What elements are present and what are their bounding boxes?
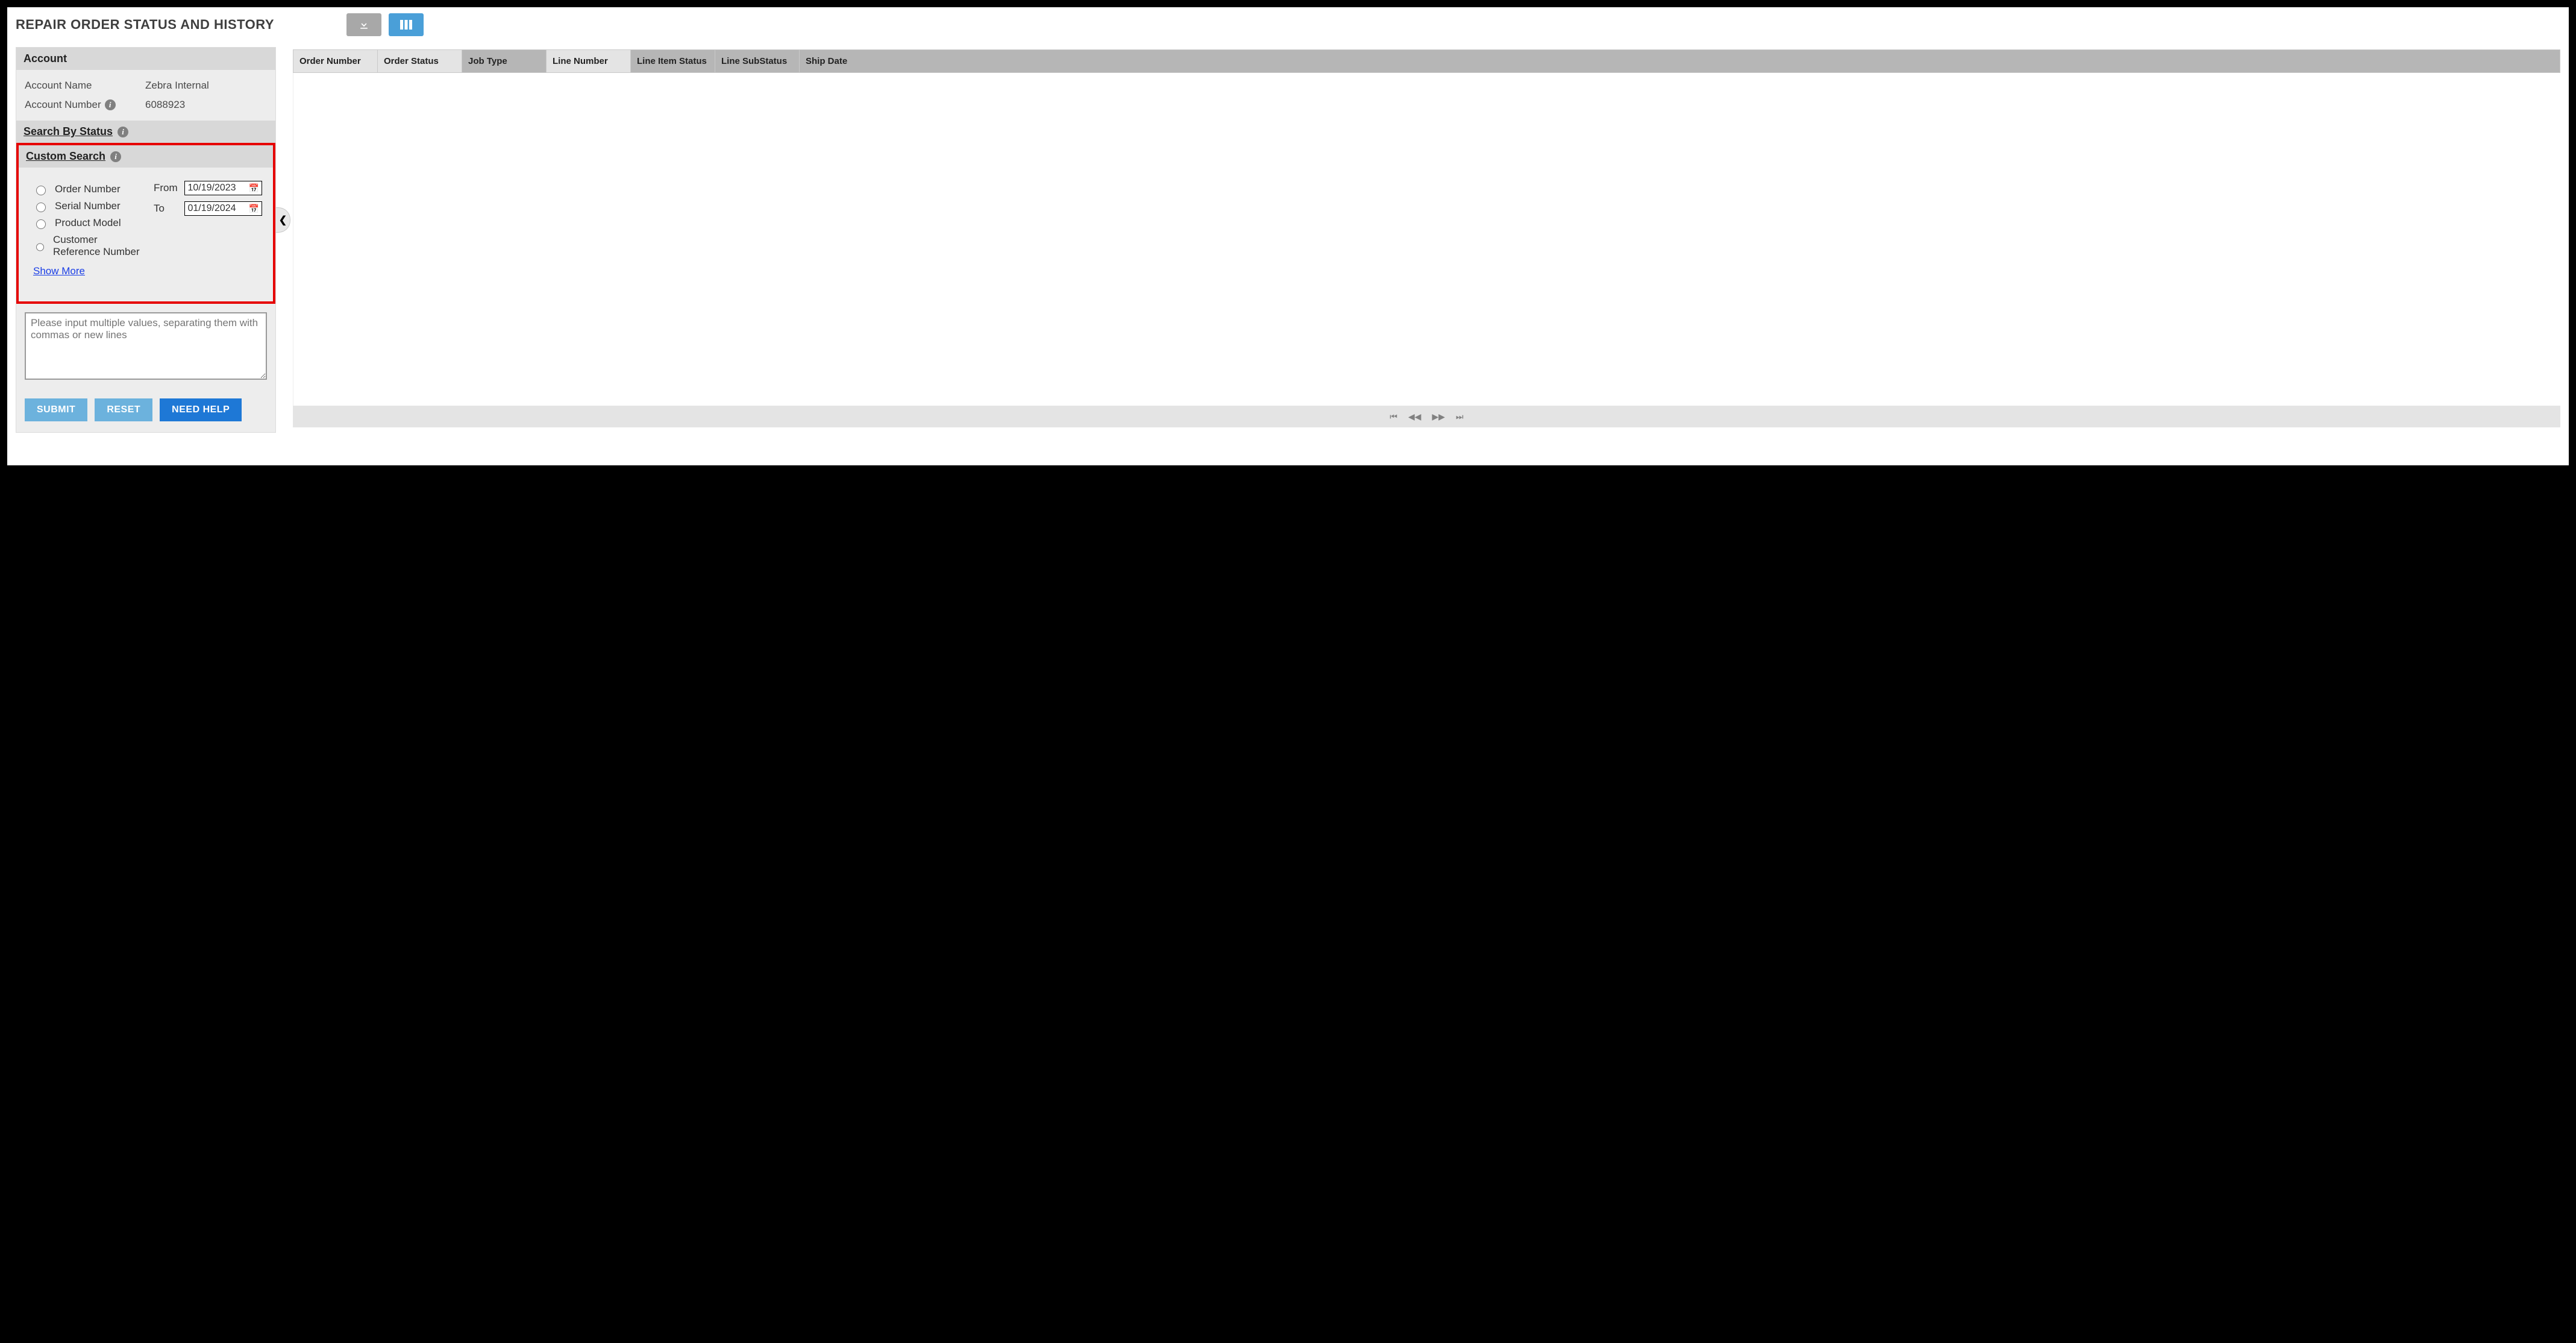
from-date-input[interactable]: 10/19/2023 📅 bbox=[184, 181, 262, 195]
radio-column: Order Number Serial Number Product Model bbox=[33, 181, 145, 277]
column-header[interactable]: Ship Date bbox=[800, 50, 2560, 72]
results-grid: Order NumberOrder StatusJob TypeLine Num… bbox=[293, 49, 2560, 427]
account-name-value: Zebra Internal bbox=[145, 80, 209, 92]
pager: ⏮ ◀◀ ▶▶ ⏭ bbox=[293, 406, 2560, 427]
to-date-value: 01/19/2024 bbox=[187, 203, 236, 214]
account-header-text: Account bbox=[24, 52, 67, 65]
search-by-status-text: Search By Status bbox=[24, 125, 113, 138]
content: Account Account Name Zebra Internal Acco… bbox=[7, 47, 2569, 441]
date-column: From 10/19/2023 📅 To 01/19/2024 📅 bbox=[154, 181, 262, 277]
account-number-value: 6088923 bbox=[145, 99, 185, 111]
column-header[interactable]: Job Type bbox=[462, 50, 547, 72]
topbar: REPAIR ORDER STATUS AND HISTORY bbox=[7, 7, 2569, 47]
radio-label: Serial Number bbox=[55, 200, 121, 212]
account-number-label: Account Number i bbox=[25, 99, 145, 111]
account-name-row: Account Name Zebra Internal bbox=[25, 76, 267, 95]
columns-button[interactable] bbox=[389, 13, 424, 36]
pager-next-icon[interactable]: ▶▶ bbox=[1432, 412, 1446, 422]
radio-label: Order Number bbox=[55, 183, 121, 195]
column-header[interactable]: Order Number bbox=[293, 50, 378, 72]
radio-input[interactable] bbox=[36, 203, 46, 212]
download-icon bbox=[358, 19, 370, 31]
to-date-input[interactable]: 01/19/2024 📅 bbox=[184, 201, 262, 216]
reset-button[interactable]: RESET bbox=[95, 398, 152, 421]
to-date-row: To 01/19/2024 📅 bbox=[154, 201, 262, 216]
multi-value-input[interactable] bbox=[25, 312, 267, 380]
radio-order-number[interactable]: Order Number bbox=[33, 181, 145, 198]
custom-search-highlight: Custom Search i Order Number Serial Numb… bbox=[16, 143, 275, 304]
grid-body bbox=[293, 73, 2560, 406]
column-header[interactable]: Line Number bbox=[547, 50, 631, 72]
need-help-button[interactable]: NEED HELP bbox=[160, 398, 242, 421]
to-label: To bbox=[154, 203, 178, 215]
column-header[interactable]: Order Status bbox=[378, 50, 462, 72]
chevron-left-icon: ❮ bbox=[279, 214, 287, 226]
info-icon[interactable]: i bbox=[105, 99, 116, 110]
pager-first-icon[interactable]: ⏮ bbox=[1390, 412, 1397, 422]
from-date-value: 10/19/2023 bbox=[187, 183, 236, 193]
account-name-label: Account Name bbox=[25, 80, 145, 92]
column-header[interactable]: Line Item Status bbox=[631, 50, 715, 72]
radio-customer-reference[interactable]: Customer Reference Number bbox=[33, 231, 145, 260]
radio-input[interactable] bbox=[36, 242, 44, 252]
sidebar: Account Account Name Zebra Internal Acco… bbox=[16, 47, 276, 433]
account-block: Account Name Zebra Internal Account Numb… bbox=[16, 70, 275, 121]
custom-search-text: Custom Search bbox=[26, 150, 105, 163]
show-more-link[interactable]: Show More bbox=[33, 260, 85, 277]
custom-search-body: Order Number Serial Number Product Model bbox=[19, 168, 273, 301]
from-label: From bbox=[154, 182, 178, 194]
radio-product-model[interactable]: Product Model bbox=[33, 215, 145, 231]
info-icon[interactable]: i bbox=[110, 151, 121, 162]
calendar-icon: 📅 bbox=[249, 183, 259, 193]
custom-search-header[interactable]: Custom Search i bbox=[19, 145, 273, 168]
page-title: REPAIR ORDER STATUS AND HISTORY bbox=[16, 17, 274, 33]
account-number-row: Account Number i 6088923 bbox=[25, 95, 267, 115]
radio-input[interactable] bbox=[36, 186, 46, 195]
grid-header-row: Order NumberOrder StatusJob TypeLine Num… bbox=[293, 49, 2560, 73]
column-header[interactable]: Line SubStatus bbox=[715, 50, 800, 72]
from-date-row: From 10/19/2023 📅 bbox=[154, 181, 262, 195]
columns-icon bbox=[400, 19, 413, 30]
collapse-sidebar-handle[interactable]: ❮ bbox=[276, 207, 290, 233]
multi-value-wrap bbox=[16, 304, 275, 383]
app-root: REPAIR ORDER STATUS AND HISTORY Account … bbox=[7, 7, 2569, 465]
search-by-status-header[interactable]: Search By Status i bbox=[16, 121, 275, 143]
pager-last-icon[interactable]: ⏭ bbox=[1456, 412, 1464, 422]
calendar-icon: 📅 bbox=[249, 204, 259, 214]
radio-serial-number[interactable]: Serial Number bbox=[33, 198, 145, 215]
radio-label: Customer Reference Number bbox=[53, 234, 145, 258]
submit-button[interactable]: SUBMIT bbox=[25, 398, 87, 421]
account-number-label-text: Account Number bbox=[25, 99, 101, 111]
download-button[interactable] bbox=[346, 13, 381, 36]
radio-input[interactable] bbox=[36, 219, 46, 229]
account-header: Account bbox=[16, 48, 275, 70]
info-icon[interactable]: i bbox=[118, 127, 128, 137]
radio-label: Product Model bbox=[55, 217, 121, 229]
pager-prev-icon[interactable]: ◀◀ bbox=[1408, 412, 1421, 422]
button-row: SUBMIT RESET NEED HELP bbox=[16, 383, 275, 432]
